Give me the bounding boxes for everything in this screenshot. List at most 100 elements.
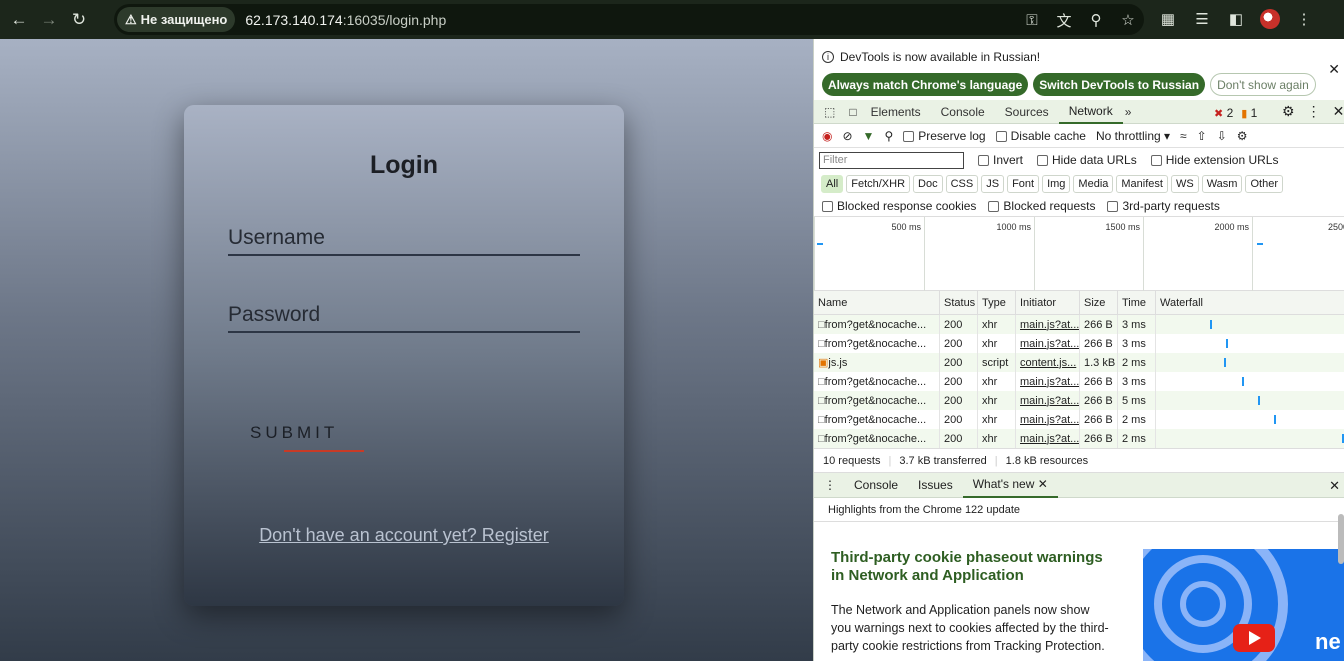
password-input[interactable]: Password [228,301,580,333]
col-waterfall[interactable]: Waterfall [1156,291,1344,315]
search-icon[interactable]: ⚲ [884,129,893,143]
close-devtools-icon[interactable]: ✕ [1333,103,1344,120]
chip-fetch-xhr[interactable]: Fetch/XHR [846,174,911,193]
cell-type: script [978,353,1016,372]
submit-underline [284,450,364,452]
hide-data-urls-checkbox[interactable]: Hide data URLs [1037,153,1137,167]
chip-js[interactable]: JS [981,174,1005,193]
table-row[interactable]: □ from?get&nocache... 200 xhr main.js?at...… [814,429,1344,448]
address-bar[interactable]: ⚠ Не защищено 62.173.140.174:16035/login… [114,4,1144,35]
switch-russian-button[interactable]: Switch DevTools to Russian [1033,73,1206,96]
dont-show-button[interactable]: Don't show again [1210,73,1316,96]
col-time[interactable]: Time [1118,290,1156,315]
col-status[interactable]: Status [940,290,978,315]
table-row[interactable]: ▣ js.js 200 script content.js... 1.3 kB 2 ms [814,353,1344,372]
export-har-icon[interactable]: ⇩ [1217,129,1227,143]
col-type[interactable]: Type [978,290,1016,315]
cell-initiator[interactable]: main.js?at... [1016,391,1080,410]
table-row[interactable]: □ from?get&nocache... 200 xhr main.js?at...… [814,315,1344,334]
menu-icon[interactable]: ⋮ [1294,9,1314,29]
tab-console[interactable]: Console [931,100,995,124]
whats-new-title[interactable]: Third-party cookie phaseout warnings in … [831,549,1111,585]
forward-icon[interactable]: → [38,9,60,31]
chip-media[interactable]: Media [1073,174,1114,193]
media-icon[interactable]: ☰ [1192,9,1212,29]
filter-funnel-icon[interactable]: ▼ [863,129,875,143]
chip-css[interactable]: CSS [945,174,979,193]
error-badge[interactable]: ✖ 2 [1214,106,1233,120]
username-input[interactable]: Username [228,224,580,256]
submit-button[interactable]: SUBMIT [250,423,338,443]
cell-name-text: from?get&nocache... [824,337,927,350]
close-icon[interactable]: ✕ [1328,61,1340,78]
throttling-select[interactable]: No throttling ▾ [1096,129,1170,143]
chip-font[interactable]: Font [1007,174,1040,193]
drawer-scrollbar[interactable] [1338,514,1344,564]
drawer-menu-icon[interactable]: ⋮ [814,473,844,498]
tab-elements[interactable]: Elements [861,100,931,124]
table-row[interactable]: □ from?get&nocache... 200 xhr main.js?at...… [814,391,1344,410]
col-name[interactable]: Name [814,290,940,315]
drawer-tab-console[interactable]: Console [844,473,908,498]
chip-wasm[interactable]: Wasm [1201,174,1243,193]
warning-badge[interactable]: ▮ 1 [1241,106,1257,120]
security-chip[interactable]: ⚠ Не защищено [117,7,236,32]
extensions-icon[interactable]: ▦ [1158,9,1178,29]
drawer-tab-whats-new[interactable]: What's new ✕ [962,473,1058,498]
chip-manifest[interactable]: Manifest [1116,174,1168,193]
zoom-icon[interactable]: ⚲ [1086,10,1106,30]
cell-initiator[interactable]: main.js?at... [1016,410,1080,429]
inspect-icon[interactable]: ⬚ [814,100,845,124]
drawer-tab-issues[interactable]: Issues [908,473,963,498]
network-overview[interactable]: 500 ms 1000 ms 1500 ms 2000 ms 2500 [814,217,1344,291]
blocked-requests-checkbox[interactable]: Blocked requests [988,199,1095,213]
chip-doc[interactable]: Doc [913,174,943,193]
cell-initiator[interactable]: main.js?at... [1016,429,1080,448]
profile-avatar[interactable] [1260,9,1280,29]
tab-network[interactable]: Network [1058,100,1123,124]
invert-label: Invert [993,153,1024,167]
network-settings-icon[interactable]: ⚙ [1237,129,1248,143]
table-row[interactable]: □ from?get&nocache... 200 xhr main.js?at...… [814,334,1344,353]
chip-ws[interactable]: WS [1170,174,1199,193]
cell-initiator[interactable]: content.js... [1016,353,1080,372]
hide-ext-urls-checkbox[interactable]: Hide extension URLs [1150,153,1278,167]
filter-input[interactable]: Filter [819,151,964,169]
col-initiator[interactable]: Initiator [1016,290,1080,315]
preserve-log-checkbox[interactable]: Preserve log [903,129,986,143]
device-toolbar-icon[interactable]: □ [845,100,860,124]
back-icon[interactable]: ← [8,9,30,31]
kebab-menu-icon[interactable]: ⋮ [1307,103,1321,120]
invert-checkbox[interactable]: Invert [978,153,1023,167]
reload-icon[interactable]: ↻ [68,9,90,31]
key-icon[interactable]: ⚿ [1022,10,1042,30]
register-link[interactable]: Don't have an account yet? Register [184,525,624,546]
table-row[interactable]: □ from?get&nocache... 200 xhr main.js?at...… [814,410,1344,429]
disable-cache-checkbox[interactable]: Disable cache [995,129,1086,143]
table-row[interactable]: □ from?get&nocache... 200 xhr main.js?at...… [814,372,1344,391]
whats-new-video-thumbnail[interactable]: ne [1143,549,1344,661]
side-panel-icon[interactable]: ◧ [1226,9,1246,29]
network-conditions-icon[interactable]: ≈ [1180,129,1187,143]
chip-other[interactable]: Other [1245,174,1283,193]
import-har-icon[interactable]: ⇧ [1197,129,1207,143]
cell-initiator[interactable]: main.js?at... [1016,372,1080,391]
record-icon[interactable]: ◉ [822,129,832,143]
clear-icon[interactable]: ⊘ [842,129,852,143]
settings-gear-icon[interactable]: ⚙ [1282,103,1295,120]
more-tabs-icon[interactable]: » [1123,100,1134,124]
chip-img[interactable]: Img [1042,174,1071,193]
bookmark-star-icon[interactable]: ☆ [1118,10,1138,30]
translate-icon[interactable]: 文 [1054,10,1074,30]
close-tab-icon[interactable]: ✕ [1038,477,1048,491]
cell-initiator[interactable]: main.js?at... [1016,315,1080,334]
third-party-checkbox[interactable]: 3rd-party requests [1107,199,1220,213]
cell-initiator[interactable]: main.js?at... [1016,334,1080,353]
chip-all[interactable]: All [821,174,844,193]
tab-sources[interactable]: Sources [995,100,1059,124]
url-text[interactable]: 62.173.140.174:16035/login.php [245,12,446,28]
close-drawer-icon[interactable]: ✕ [1329,478,1340,494]
col-size[interactable]: Size [1080,290,1118,315]
blocked-cookies-checkbox[interactable]: Blocked response cookies [822,199,976,213]
match-language-button[interactable]: Always match Chrome's language [822,73,1029,96]
